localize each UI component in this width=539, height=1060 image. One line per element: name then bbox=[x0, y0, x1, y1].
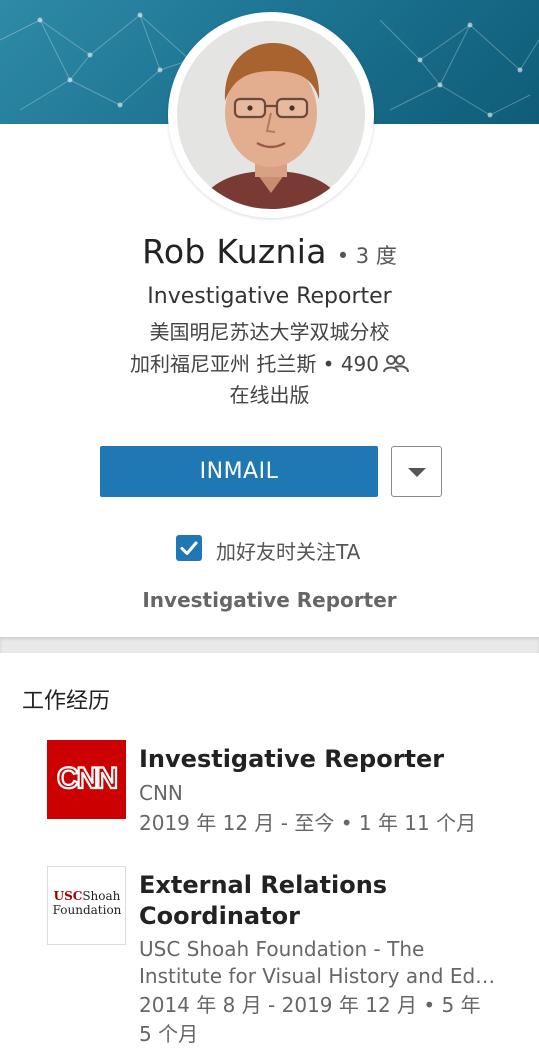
experience-title[interactable]: Investigative Reporter bbox=[139, 744, 519, 775]
shoah-logo-text: Shoah bbox=[82, 889, 121, 903]
experience-section-title: 工作经历 bbox=[22, 689, 111, 714]
caret-down-icon bbox=[408, 468, 426, 477]
avatar[interactable] bbox=[177, 21, 365, 209]
more-actions-button[interactable] bbox=[391, 446, 442, 497]
people-icon bbox=[383, 354, 410, 379]
profile-school: 美国明尼苏达大学双城分校 bbox=[149, 320, 390, 344]
foundation-logo-text: Foundation bbox=[52, 903, 122, 917]
checkmark-icon bbox=[180, 541, 198, 555]
name-row: Rob Kuznia • 3 度 bbox=[0, 232, 539, 271]
usc-shoah-foundation-logo[interactable]: USCShoah Foundation bbox=[47, 866, 126, 945]
profile-location-row: 加利福尼亚州 托兰斯 • 490 bbox=[0, 348, 539, 379]
experience-title[interactable]: External Relations Coordinator bbox=[139, 870, 519, 932]
profile-industry: 在线出版 bbox=[229, 383, 310, 407]
experience-dates: 2019 年 12 月 - 至今 • 1 年 11 个月 bbox=[139, 811, 477, 835]
experience-company: USC Shoah Foundation - The bbox=[139, 937, 425, 961]
profile-title: Investigative Reporter bbox=[147, 284, 392, 309]
usc-logo-text: USC bbox=[53, 889, 83, 903]
experience-company: CNN bbox=[139, 781, 183, 805]
follow-label: 加好友时关注TA bbox=[216, 540, 361, 564]
cnn-logo-text: CNN bbox=[57, 762, 116, 795]
profile-headline: Investigative Reporter bbox=[142, 588, 397, 612]
experience-dates-line2: 5 个月 bbox=[139, 1022, 199, 1046]
profile-photo bbox=[177, 21, 365, 209]
section-divider bbox=[0, 637, 539, 653]
experience-company-line2: Institute for Visual History and Ed… bbox=[139, 964, 496, 988]
profile-name: Rob Kuznia bbox=[142, 232, 327, 271]
profile-location: 加利福尼亚州 托兰斯 • 490 bbox=[129, 352, 380, 376]
follow-checkbox[interactable] bbox=[176, 535, 202, 561]
connection-degree: • 3 度 bbox=[336, 244, 397, 268]
experience-dates: 2014 年 8 月 - 2019 年 12 月 • 5 年 bbox=[139, 993, 481, 1017]
cnn-logo[interactable]: CNN bbox=[47, 740, 126, 819]
inmail-button[interactable]: INMAIL bbox=[100, 446, 378, 497]
